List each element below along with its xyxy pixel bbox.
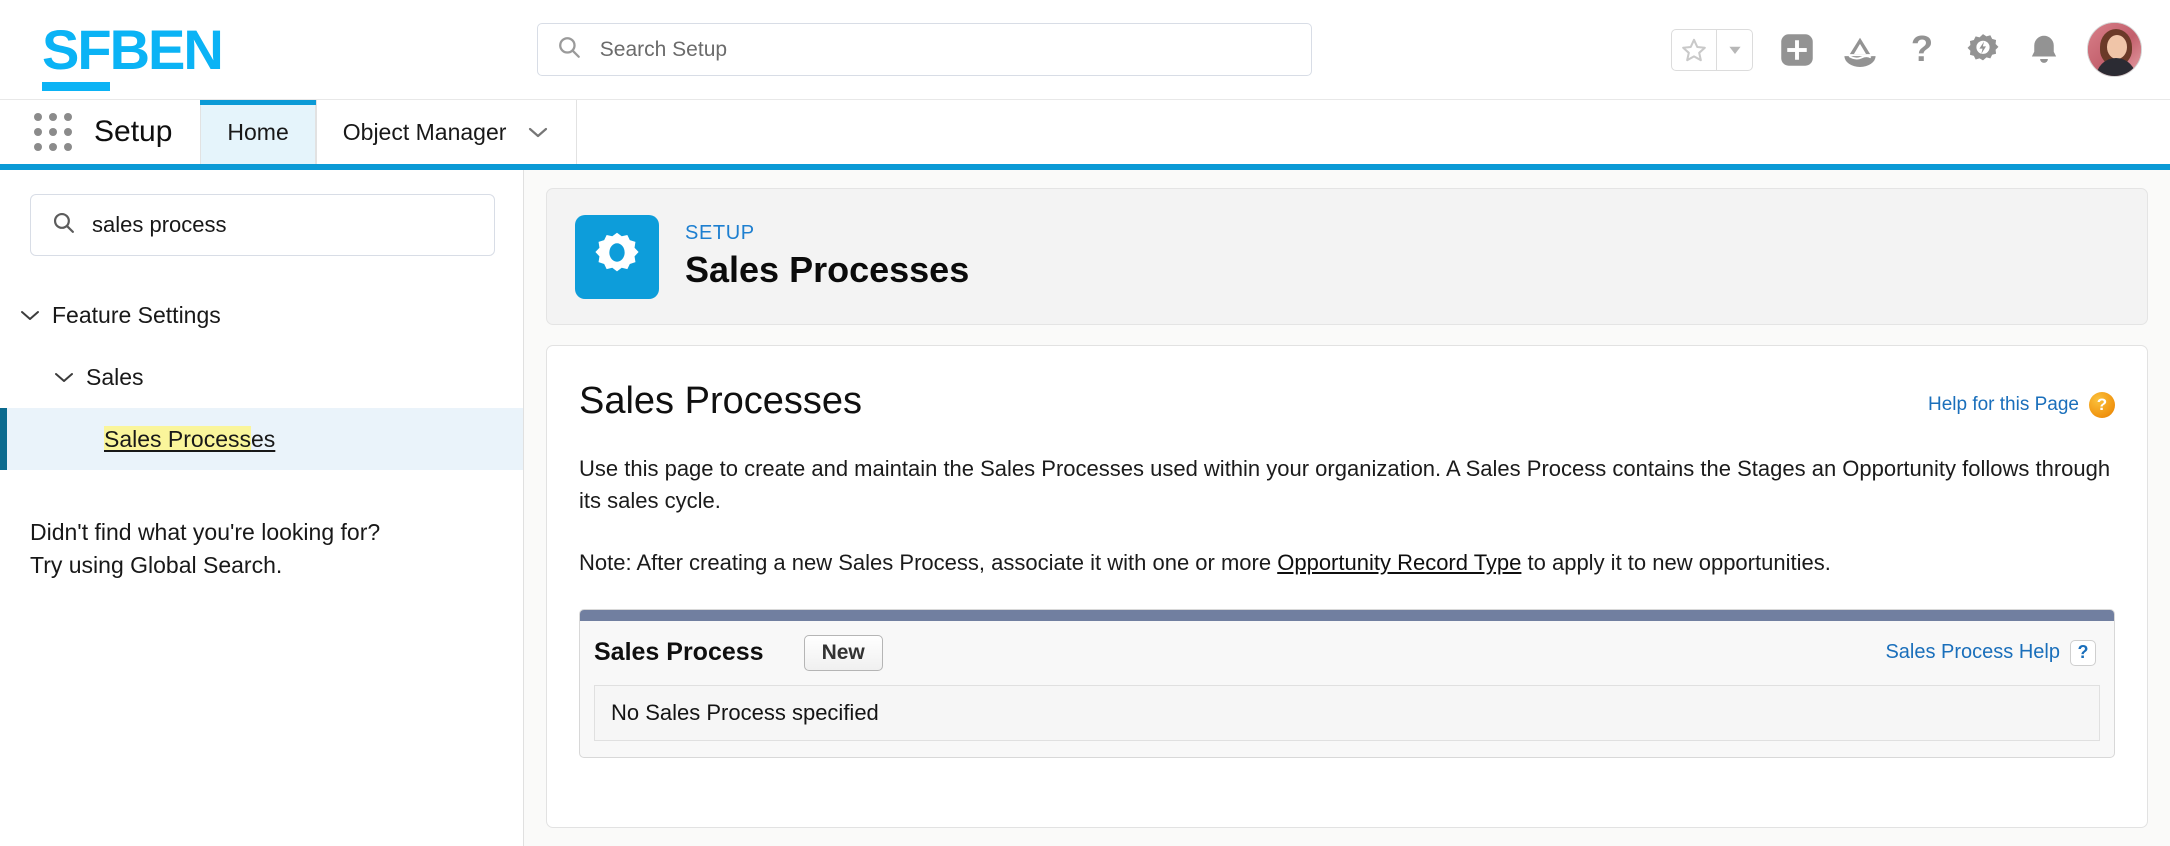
svg-text:?: ? xyxy=(1911,31,1933,69)
add-icon[interactable] xyxy=(1779,32,1815,68)
help-for-this-page-link[interactable]: Help for this Page xyxy=(1928,394,2079,416)
tab-home-label: Home xyxy=(227,119,288,146)
sidebar-footer-note: Didn't find what you're looking for? Try… xyxy=(30,516,493,581)
brand-logo-prefix: SF xyxy=(42,18,110,91)
page-header-card: SETUP Sales Processes xyxy=(546,188,2148,325)
header-actions: ? xyxy=(1671,22,2142,77)
global-search-box[interactable] xyxy=(537,23,1312,76)
note-paragraph: Note: After creating a new Sales Process… xyxy=(579,547,2115,579)
setup-nav-bar: Setup Home Object Manager xyxy=(0,100,2170,164)
related-list-help[interactable]: Sales Process Help ? xyxy=(1885,640,2096,666)
tab-object-manager-label: Object Manager xyxy=(343,119,507,146)
body-split: Feature Settings Sales Sales Processes D… xyxy=(0,170,2170,846)
gear-icon xyxy=(575,215,659,299)
notifications-bell-icon[interactable] xyxy=(2027,32,2061,68)
avatar[interactable] xyxy=(2087,22,2142,77)
setup-app-name: Setup xyxy=(94,100,200,164)
content-title: Sales Processes xyxy=(579,380,862,423)
main-content: SETUP Sales Processes Sales Processes He… xyxy=(524,170,2170,846)
sidebar-item-label: Feature Settings xyxy=(52,302,221,329)
sidebar-item-sales[interactable]: Sales xyxy=(0,346,523,408)
tab-home[interactable]: Home xyxy=(200,100,315,164)
sidebar-footer-line-2: Try using Global Search. xyxy=(30,549,493,582)
sidebar-item-label[interactable]: Sales Processes xyxy=(104,426,275,453)
app-launcher-grid-icon xyxy=(34,113,72,151)
sidebar-item-label: Sales xyxy=(86,364,144,391)
brand-logo-suffix: BEN xyxy=(110,18,222,81)
setup-tree: Feature Settings Sales Sales Processes xyxy=(0,284,523,470)
sidebar-footer-line-1: Didn't find what you're looking for? xyxy=(30,516,493,549)
quick-find-box[interactable] xyxy=(30,194,495,256)
empty-state-message: No Sales Process specified xyxy=(594,685,2100,741)
chevron-down-icon[interactable] xyxy=(52,369,86,385)
related-list-title: Sales Process xyxy=(594,638,764,667)
trailhead-icon[interactable] xyxy=(1841,33,1879,67)
help-for-this-page[interactable]: Help for this Page ? xyxy=(1928,380,2115,418)
setup-gear-icon[interactable] xyxy=(1965,32,2001,68)
favorite-star-icon[interactable] xyxy=(1672,30,1716,70)
search-icon xyxy=(51,210,76,240)
sales-process-help-link[interactable]: Sales Process Help xyxy=(1885,641,2060,664)
note-prefix: Note: After creating a new Sales Process… xyxy=(579,550,1277,575)
sidebar-item-label-rest: es xyxy=(251,426,275,452)
page-title: Sales Processes xyxy=(685,249,969,291)
help-question-icon[interactable]: ? xyxy=(2070,640,2096,666)
related-list-header: Sales Process New Sales Process Help ? xyxy=(580,621,2114,685)
app-launcher-button[interactable] xyxy=(0,100,94,164)
avatar-face xyxy=(2107,35,2127,59)
new-button[interactable]: New xyxy=(804,635,883,671)
global-search-input[interactable] xyxy=(600,38,1293,62)
global-search-container xyxy=(537,23,1312,76)
page-header-eyebrow: SETUP xyxy=(685,222,969,245)
sidebar-item-sales-processes[interactable]: Sales Processes xyxy=(0,408,523,470)
brand-logo[interactable]: SFBEN xyxy=(42,22,222,78)
related-list-topbar xyxy=(580,610,2114,621)
setup-sidebar: Feature Settings Sales Sales Processes D… xyxy=(0,170,524,846)
help-question-icon[interactable]: ? xyxy=(2089,392,2115,418)
favorites-dropdown-icon[interactable] xyxy=(1716,30,1752,70)
quick-find-input[interactable] xyxy=(92,212,474,238)
opportunity-record-type-link[interactable]: Opportunity Record Type xyxy=(1277,550,1521,575)
content-header: Sales Processes Help for this Page ? xyxy=(579,380,2115,423)
search-match-highlight: Sales Process xyxy=(104,426,251,452)
content-card: Sales Processes Help for this Page ? Use… xyxy=(546,345,2148,828)
sales-process-related-list: Sales Process New Sales Process Help ? N… xyxy=(579,609,2115,758)
page-header-text: SETUP Sales Processes xyxy=(685,222,969,291)
note-suffix: to apply it to new opportunities. xyxy=(1521,550,1830,575)
chevron-down-icon xyxy=(526,119,550,146)
search-icon xyxy=(556,34,582,65)
global-header: SFBEN xyxy=(0,0,2170,100)
intro-paragraph: Use this page to create and maintain the… xyxy=(579,453,2115,517)
tab-object-manager[interactable]: Object Manager xyxy=(316,100,578,164)
chevron-down-icon[interactable] xyxy=(18,307,52,323)
sidebar-item-feature-settings[interactable]: Feature Settings xyxy=(0,284,523,346)
favorites-group[interactable] xyxy=(1671,29,1753,71)
help-icon[interactable]: ? xyxy=(1905,31,1939,69)
